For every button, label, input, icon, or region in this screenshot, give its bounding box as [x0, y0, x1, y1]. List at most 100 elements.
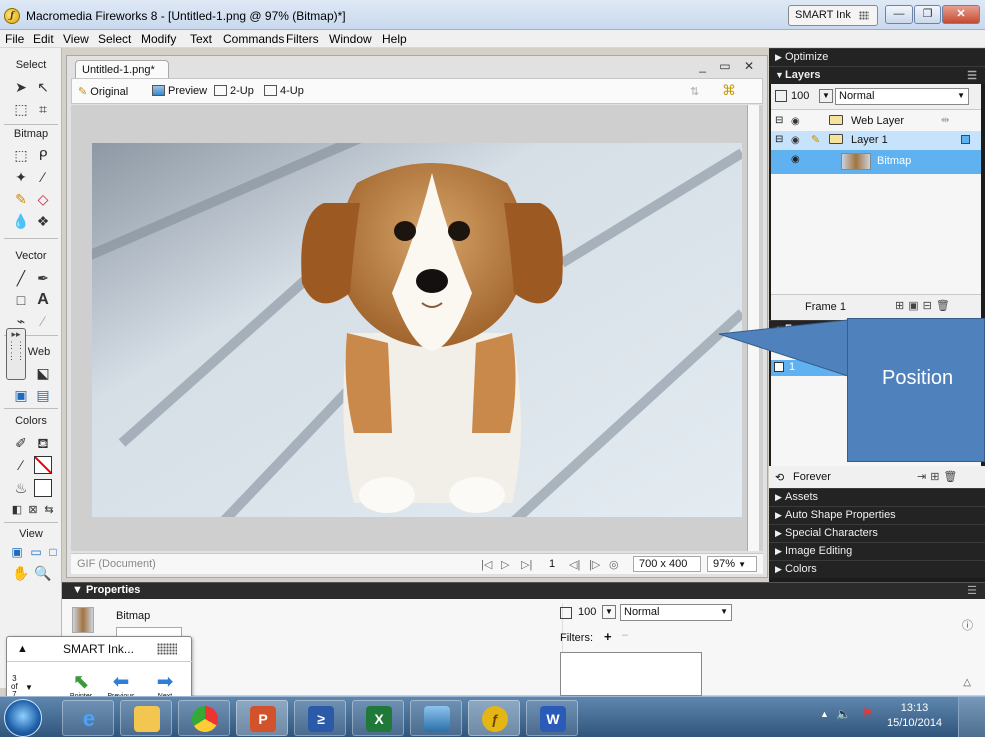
layer-row-web[interactable]: ⊟ ◉ Web Layer ⇹: [771, 112, 981, 131]
add-filter-icon[interactable]: +: [604, 629, 612, 644]
layer-actions-icons[interactable]: ⊞▣⊟🗑: [895, 299, 954, 312]
full-screen-menus-icon[interactable]: ▭: [27, 543, 45, 561]
lock-icon[interactable]: ⇹: [941, 115, 949, 126]
properties-header[interactable]: ▼ Properties ☰: [62, 583, 985, 599]
object-opacity-value[interactable]: 100: [578, 606, 596, 618]
magic-wand-tool-icon[interactable]: ✦: [12, 168, 30, 186]
opacity-dropdown-icon[interactable]: ▼: [602, 605, 616, 619]
taskbar-chrome[interactable]: [178, 700, 230, 736]
menu-help[interactable]: Help: [382, 32, 407, 46]
standard-screen-mode-icon[interactable]: ▣: [8, 543, 26, 561]
menu-window[interactable]: Window: [329, 32, 372, 46]
frame-actions-icons[interactable]: ⇥⊞🗑: [917, 470, 961, 483]
rectangle-tool-icon[interactable]: □: [12, 291, 30, 309]
prev-frame-icon[interactable]: ◁|: [569, 558, 580, 571]
expand-toggle-icon[interactable]: ⊟: [775, 115, 783, 126]
taskbar-ie[interactable]: e: [62, 700, 114, 736]
image-editing-panel-header[interactable]: ▶ Image Editing: [769, 542, 985, 560]
taskbar-word[interactable]: W: [526, 700, 578, 736]
auto-shape-panel-header[interactable]: ▶ Auto Shape Properties: [769, 506, 985, 524]
first-frame-icon[interactable]: |◁: [481, 558, 492, 571]
brush-tool-icon[interactable]: ∕: [34, 168, 52, 186]
pointer-tool-icon[interactable]: ➤: [12, 78, 30, 96]
system-clock[interactable]: 13:13 15/10/2014: [887, 701, 942, 731]
zoom-tool-icon[interactable]: 🔍: [34, 564, 52, 582]
menu-file[interactable]: File: [5, 32, 24, 46]
taskbar-excel[interactable]: X: [352, 700, 404, 736]
fireworks-app-icon[interactable]: ƒ: [4, 8, 20, 24]
marquee-tool-icon[interactable]: ⬚: [12, 146, 30, 164]
paint-bucket-tool-icon[interactable]: ⛾: [34, 434, 52, 452]
start-button[interactable]: [4, 699, 42, 737]
play-icon[interactable]: ▷: [501, 558, 509, 571]
volume-icon[interactable]: 🔈: [836, 707, 851, 721]
menu-filters[interactable]: Filters: [286, 32, 319, 46]
object-blend-mode-select[interactable]: Normal ▼: [620, 604, 732, 621]
stroke-color-swatch[interactable]: [34, 456, 52, 474]
lasso-tool-icon[interactable]: ᑭ: [34, 146, 52, 164]
menu-view[interactable]: View: [63, 32, 89, 46]
menu-modify[interactable]: Modify: [141, 32, 176, 46]
taskbar-fireworks[interactable]: ƒ: [468, 700, 520, 736]
document-window-controls[interactable]: _ ▭ ✕: [699, 59, 759, 73]
help-icon[interactable]: ⓘ: [962, 617, 973, 633]
crop-tool-icon[interactable]: ⌗: [34, 100, 52, 118]
full-screen-mode-icon[interactable]: □: [44, 543, 62, 561]
show-slices-icon[interactable]: ▤: [34, 386, 52, 404]
stop-icon[interactable]: ◎: [609, 558, 619, 571]
smart-ink-button[interactable]: SMART Ink: [788, 5, 878, 26]
layer-row-layer1[interactable]: ⊟ ◉ ✎ Layer 1: [771, 131, 981, 150]
taskbar-picture-viewer[interactable]: [410, 700, 462, 736]
fill-color-icon[interactable]: ♨: [12, 479, 30, 497]
grip-icon[interactable]: [157, 643, 177, 655]
eye-icon[interactable]: ◉: [791, 135, 800, 146]
swap-colors-icon[interactable]: ⇆: [40, 501, 58, 519]
export-preview-icon[interactable]: ⇅: [690, 85, 699, 98]
document-tab[interactable]: Untitled-1.png*: [75, 60, 169, 79]
subselection-tool-icon[interactable]: ↖: [34, 78, 52, 96]
assets-panel-header[interactable]: ▶ Assets: [769, 488, 985, 506]
fill-color-swatch[interactable]: [34, 479, 52, 497]
next-frame-icon[interactable]: |▷: [589, 558, 600, 571]
taskbar-explorer[interactable]: [120, 700, 172, 736]
expand-toggle-icon[interactable]: ⊟: [775, 134, 783, 145]
menu-text[interactable]: Text: [190, 32, 212, 46]
scale-tool-icon[interactable]: ⬚: [12, 100, 30, 118]
special-characters-panel-header[interactable]: ▶ Special Characters: [769, 524, 985, 542]
tab-4up[interactable]: 4-Up: [264, 85, 304, 97]
tab-preview[interactable]: Preview: [152, 85, 207, 97]
blur-tool-icon[interactable]: 💧: [12, 212, 30, 230]
rubber-stamp-tool-icon[interactable]: ❖: [34, 212, 52, 230]
remove-filter-icon[interactable]: –: [622, 629, 628, 641]
action-center-icon[interactable]: ⚑: [862, 706, 873, 720]
hand-tool-icon[interactable]: ✋: [12, 564, 30, 582]
loop-icon[interactable]: ⟲: [775, 471, 784, 484]
menu-select[interactable]: Select: [98, 32, 131, 46]
optimize-panel-header[interactable]: ▶ Optimize: [769, 48, 985, 66]
quick-export-icon[interactable]: ⌘: [722, 82, 736, 99]
menu-edit[interactable]: Edit: [33, 32, 54, 46]
panel-options-icon[interactable]: ☰: [967, 69, 977, 82]
canvas-image[interactable]: [92, 143, 742, 517]
taskbar-powerpoint[interactable]: P: [236, 700, 288, 736]
menu-commands[interactable]: Commands: [223, 32, 284, 46]
pencil-tool-icon[interactable]: ✎: [12, 190, 30, 208]
layer-row-bitmap[interactable]: ◉ Bitmap: [771, 150, 981, 174]
filters-list[interactable]: [560, 652, 702, 696]
show-desktop-button[interactable]: [958, 697, 985, 737]
chevron-down-icon[interactable]: ▼: [25, 683, 33, 692]
collapse-toolbar-icon[interactable]: ▲: [17, 643, 28, 655]
pen-tool-icon[interactable]: ✒: [34, 269, 52, 287]
expand-properties-icon[interactable]: △: [963, 677, 971, 688]
eye-icon[interactable]: ◉: [791, 116, 800, 127]
colors-panel-header[interactable]: ▶ Colors: [769, 560, 985, 578]
eraser-tool-icon[interactable]: ◇: [34, 190, 52, 208]
tab-2up[interactable]: 2-Up: [214, 85, 254, 97]
eyedropper-tool-icon[interactable]: ✐: [12, 434, 30, 452]
last-frame-icon[interactable]: ▷|: [521, 558, 532, 571]
canvas-area[interactable]: [71, 105, 763, 551]
line-tool-icon[interactable]: ╱: [12, 269, 30, 287]
close-button[interactable]: ✕: [942, 5, 980, 24]
knife-tool-icon[interactable]: ∕: [34, 312, 52, 330]
canvas-size-display[interactable]: 700 x 400: [633, 556, 701, 572]
